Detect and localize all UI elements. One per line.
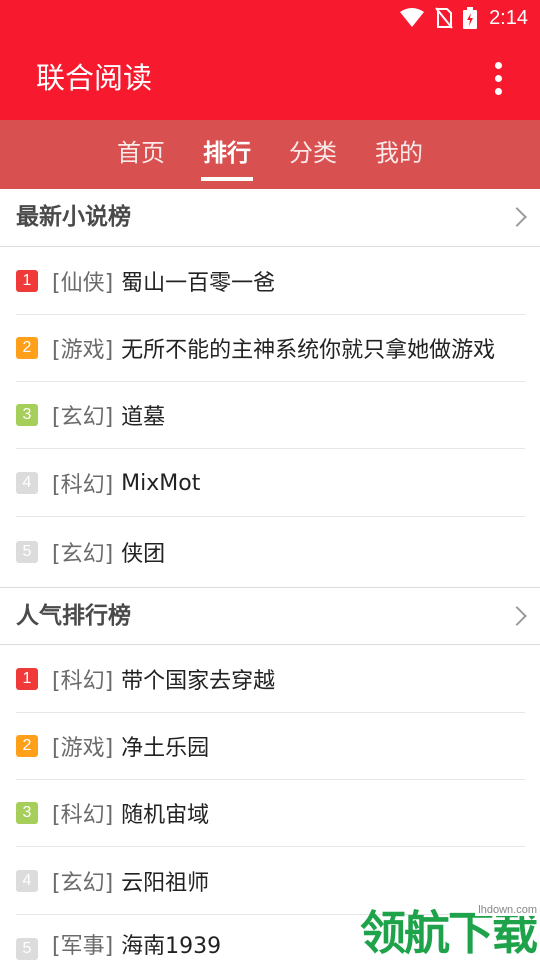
chevron-right-icon bbox=[507, 207, 527, 227]
list-item[interactable]: 1 [科幻] 带个国家去穿越 bbox=[16, 646, 525, 713]
section-header-popular[interactable]: 人气排行榜 bbox=[0, 587, 540, 645]
section-title: 人气排行榜 bbox=[16, 603, 131, 629]
book-title: 无所不能的主神系统你就只拿她做游戏 bbox=[121, 338, 496, 363]
list-item[interactable]: 4 [玄幻] 云阳祖师 bbox=[16, 848, 525, 915]
rank-badge: 2 bbox=[16, 337, 38, 359]
category-label: [玄幻] bbox=[52, 405, 114, 430]
rank-badge: 5 bbox=[16, 938, 38, 960]
category-label: [游戏] bbox=[52, 736, 114, 761]
battery-charging-icon bbox=[463, 7, 478, 29]
category-label: [科幻] bbox=[52, 669, 114, 694]
book-title: 带个国家去穿越 bbox=[121, 669, 276, 694]
category-label: [科幻] bbox=[52, 803, 114, 828]
rank-badge: 5 bbox=[16, 540, 38, 563]
book-title: 海南1939 bbox=[121, 934, 222, 959]
list-item[interactable]: 2 [游戏] 无所不能的主神系统你就只拿她做游戏 bbox=[16, 315, 525, 382]
status-icons: 2:14 bbox=[399, 0, 528, 36]
book-title: 道墓 bbox=[121, 405, 166, 430]
tab-mine[interactable]: 我的 bbox=[373, 120, 425, 189]
category-label: [玄幻] bbox=[52, 541, 114, 567]
no-sim-icon bbox=[435, 7, 453, 29]
category-label: [仙侠] bbox=[52, 271, 114, 296]
rank-badge: 4 bbox=[16, 472, 38, 494]
category-label: [军事] bbox=[52, 934, 114, 959]
tab-home[interactable]: 首页 bbox=[115, 120, 167, 189]
book-title: 随机宙域 bbox=[121, 803, 210, 828]
list-item[interactable]: 1 [仙侠] 蜀山一百零一爸 bbox=[16, 248, 525, 315]
category-label: [游戏] bbox=[52, 338, 114, 363]
list-item[interactable]: 3 [科幻] 随机宙域 bbox=[16, 780, 525, 847]
rank-badge: 1 bbox=[16, 270, 38, 292]
rank-badge: 4 bbox=[16, 870, 38, 892]
wifi-icon bbox=[400, 8, 425, 27]
app-bar: 联合阅读 bbox=[0, 36, 540, 120]
book-title: MixMot bbox=[121, 470, 201, 496]
more-vert-icon[interactable] bbox=[480, 60, 516, 96]
book-title: 净土乐园 bbox=[121, 736, 210, 761]
status-time: 2:14 bbox=[489, 6, 528, 29]
rank-badge: 1 bbox=[16, 668, 38, 690]
rank-badge: 2 bbox=[16, 735, 38, 757]
tab-category[interactable]: 分类 bbox=[287, 120, 339, 189]
status-bar: 2:14 bbox=[0, 0, 540, 36]
list-item[interactable]: 2 [游戏] 净土乐园 bbox=[16, 713, 525, 780]
chevron-right-icon bbox=[507, 606, 527, 626]
book-title: 云阳祖师 bbox=[121, 871, 210, 896]
list-item[interactable]: 5 [玄幻] 侠团 bbox=[16, 518, 525, 585]
app-title: 联合阅读 bbox=[36, 61, 153, 95]
tab-bar: 首页 排行 分类 我的 bbox=[0, 120, 540, 189]
category-label: [玄幻] bbox=[52, 871, 114, 896]
list-item[interactable]: 3 [玄幻] 道墓 bbox=[16, 382, 525, 449]
rank-badge: 3 bbox=[16, 802, 38, 824]
tab-ranking[interactable]: 排行 bbox=[201, 120, 253, 189]
rank-badge: 3 bbox=[16, 404, 38, 426]
book-title: 蜀山一百零一爸 bbox=[121, 271, 276, 296]
book-title: 侠团 bbox=[121, 541, 166, 567]
list-item[interactable]: 4 [科幻] MixMot bbox=[16, 450, 525, 517]
section-title: 最新小说榜 bbox=[16, 204, 131, 230]
section-header-latest[interactable]: 最新小说榜 bbox=[0, 189, 540, 247]
category-label: [科幻] bbox=[52, 473, 114, 498]
list-item[interactable]: 5 [军事] 海南1939 bbox=[16, 915, 525, 960]
